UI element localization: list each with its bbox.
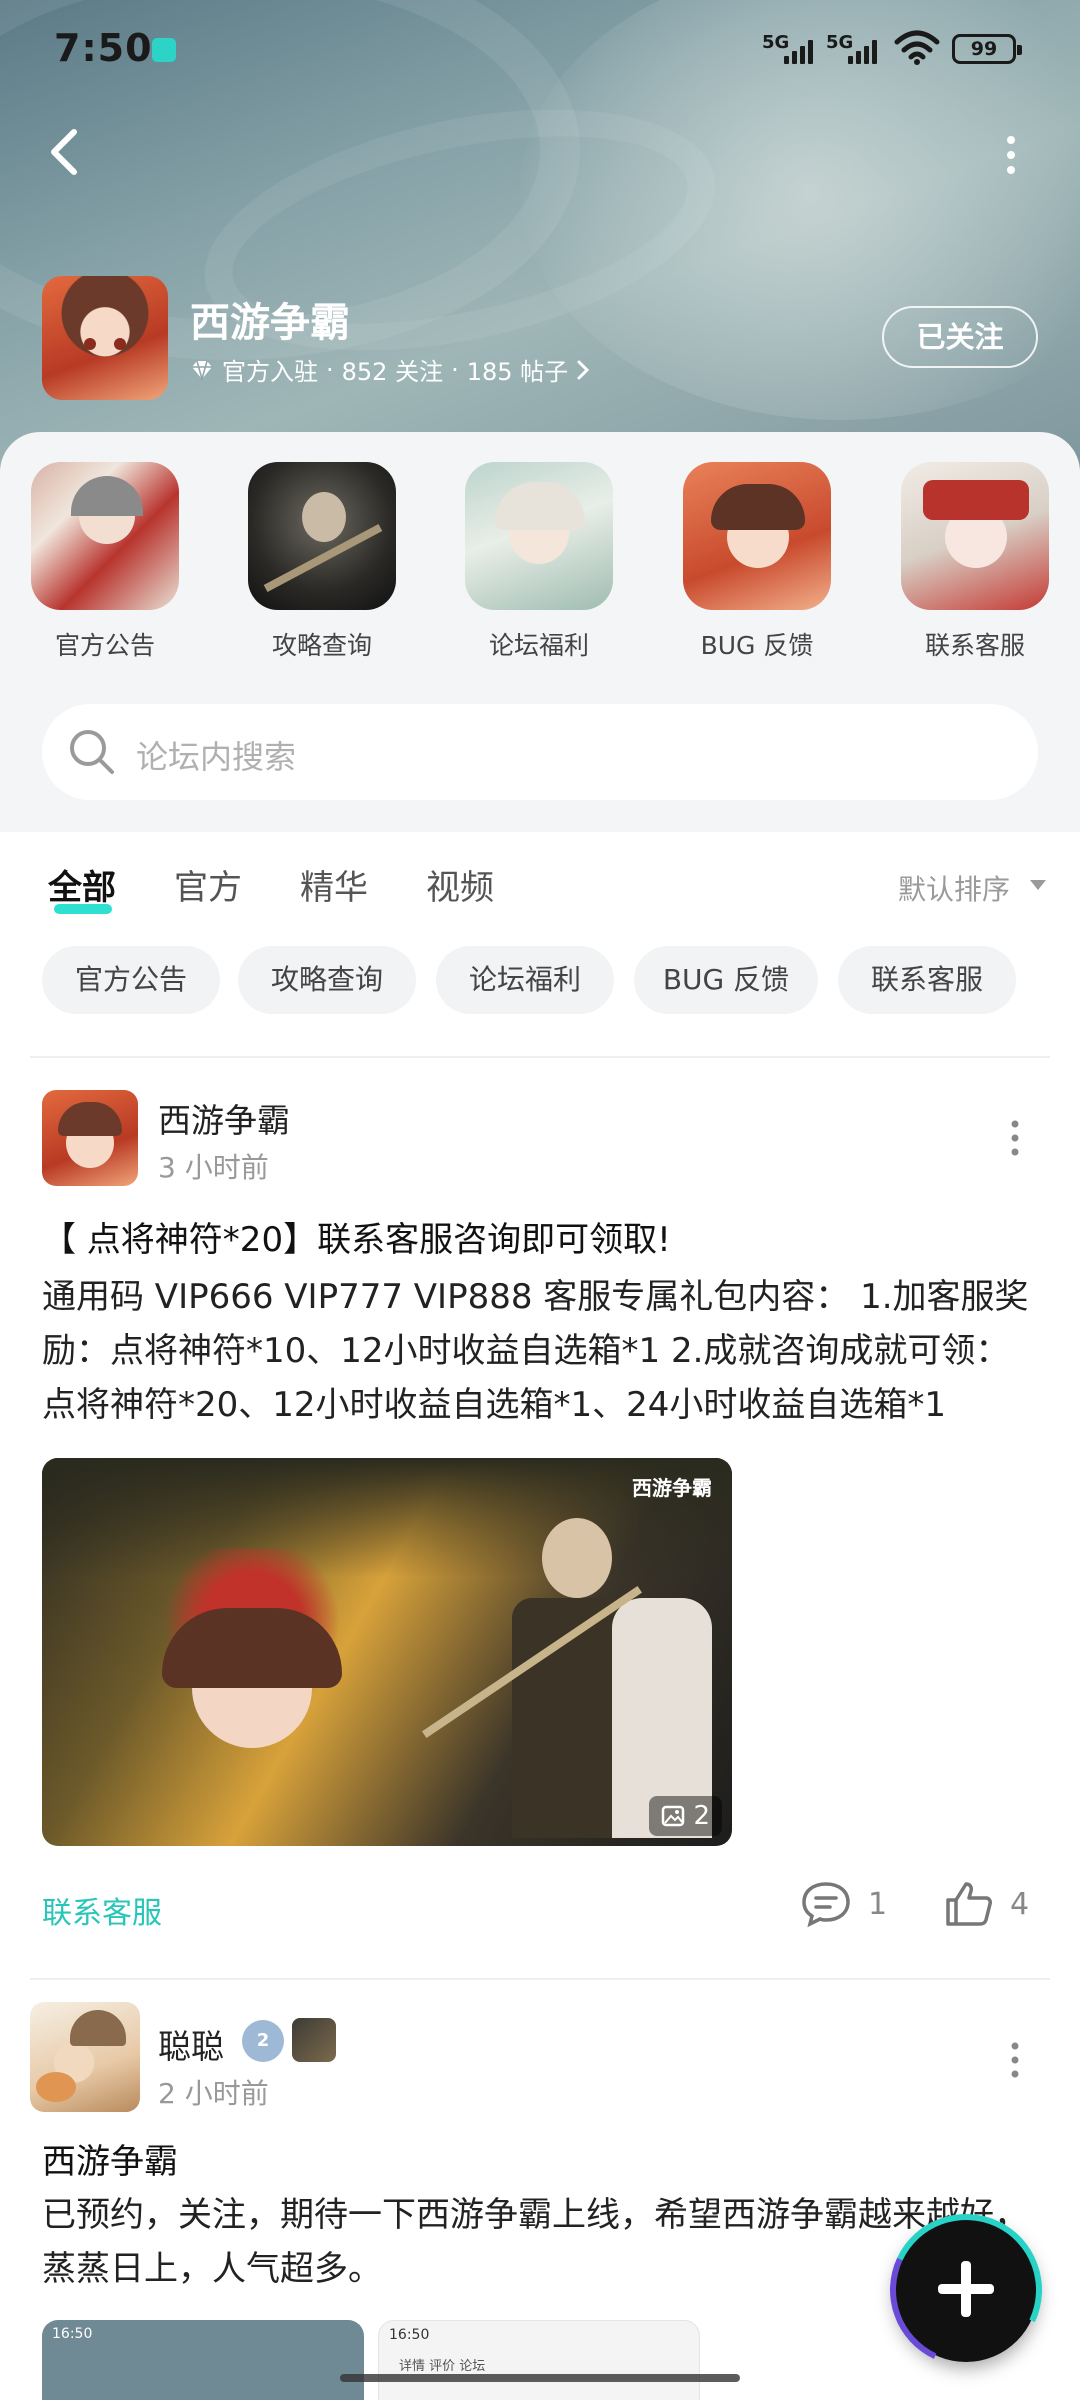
category-strategy[interactable]: 攻略查询 bbox=[247, 462, 397, 662]
chevron-right-icon bbox=[577, 360, 590, 379]
category-thumbnail bbox=[901, 462, 1049, 610]
tab-video[interactable]: 视频 bbox=[426, 860, 494, 909]
like-button[interactable]: 4 bbox=[944, 1880, 1029, 1928]
comment-count: 1 bbox=[868, 1886, 888, 1922]
post-body[interactable]: 通用码 VIP666 VIP777 VIP888 客服专属礼包内容： 1.加客服… bbox=[42, 1270, 1042, 1432]
image-count-badge: 2 bbox=[649, 1796, 722, 1836]
more-vertical-icon[interactable] bbox=[996, 130, 1026, 180]
search-placeholder: 论坛内搜索 bbox=[136, 738, 297, 776]
create-post-button[interactable] bbox=[894, 2218, 1038, 2362]
category-chips: 官方公告 攻略查询 论坛福利 BUG 反馈 联系客服 bbox=[0, 946, 1080, 1016]
post-author-name[interactable]: 聪聪 bbox=[158, 2020, 224, 2068]
post-time: 3 小时前 bbox=[158, 1151, 269, 1184]
tab-official[interactable]: 官方 bbox=[174, 860, 242, 909]
category-thumbnail bbox=[683, 462, 831, 610]
chip-contact-support[interactable]: 联系客服 bbox=[838, 946, 1016, 1014]
tab-all[interactable]: 全部 bbox=[48, 860, 116, 909]
category-bug-feedback[interactable]: BUG 反馈 bbox=[682, 462, 832, 662]
forum-title: 西游争霸 bbox=[190, 300, 350, 346]
like-count: 4 bbox=[1010, 1886, 1030, 1922]
signal-bars-1-icon bbox=[784, 38, 813, 64]
category-label: 联系客服 bbox=[924, 631, 1025, 660]
image-count: 2 bbox=[693, 1801, 710, 1831]
category-label: 论坛福利 bbox=[488, 631, 589, 660]
active-tab-indicator bbox=[54, 904, 112, 914]
meta-separator: · bbox=[326, 355, 334, 384]
diamond-icon bbox=[192, 360, 212, 381]
chip-bug-feedback[interactable]: BUG 反馈 bbox=[634, 946, 818, 1014]
forum-search-bar[interactable]: 论坛内搜索 bbox=[42, 704, 1038, 800]
user-level-badge: 2 bbox=[242, 2020, 284, 2062]
category-thumbnail bbox=[465, 462, 613, 610]
category-forum-benefits[interactable]: 论坛福利 bbox=[464, 462, 614, 662]
post-more-icon[interactable] bbox=[1010, 1118, 1020, 1158]
caret-down-icon bbox=[1030, 880, 1046, 890]
forum-header: 7:50 5G 5G 99 西游争霸 官方入驻 · 852 关注 · 185 帖… bbox=[0, 0, 1080, 470]
official-label: 官方入驻 bbox=[222, 358, 318, 386]
category-label: 官方公告 bbox=[54, 631, 155, 660]
tab-featured[interactable]: 精华 bbox=[300, 860, 368, 909]
post-tag[interactable]: 联系客服 bbox=[42, 1888, 162, 1932]
category-panel: 官方公告 攻略查询 论坛福利 BUG 反馈 联系客服 论坛内搜索 bbox=[0, 432, 1080, 832]
category-contact-support[interactable]: 联系客服 bbox=[900, 462, 1050, 662]
posts-count: 185 帖子 bbox=[466, 358, 569, 386]
chip-strategy[interactable]: 攻略查询 bbox=[238, 946, 416, 1014]
chip-official-announcement[interactable]: 官方公告 bbox=[42, 946, 220, 1014]
category-thumbnail bbox=[248, 462, 396, 610]
post-image[interactable]: 西游争霸 2 bbox=[42, 1458, 732, 1846]
divider bbox=[30, 1978, 1050, 1980]
image-icon bbox=[662, 1805, 685, 1827]
forum-meta[interactable]: 官方入驻 · 852 关注 · 185 帖子 bbox=[190, 352, 590, 387]
thumbnail-status-time: 16:50 bbox=[389, 2327, 430, 2343]
user-decoration-badge bbox=[292, 2018, 336, 2062]
comment-icon bbox=[802, 1882, 850, 1928]
avatar-eye bbox=[84, 338, 96, 350]
post-screenshot-thumbnail[interactable]: 16:50 bbox=[42, 2320, 364, 2400]
plus-icon bbox=[961, 2261, 971, 2317]
post-author-name[interactable]: 西游争霸 bbox=[158, 1094, 290, 1142]
post-author-avatar[interactable] bbox=[30, 2002, 140, 2112]
post-title[interactable]: 西游争霸 bbox=[42, 2134, 178, 2183]
category-official-announcement[interactable]: 官方公告 bbox=[30, 462, 180, 662]
back-arrow-icon[interactable] bbox=[44, 124, 92, 180]
followers-count: 852 关注 bbox=[341, 358, 444, 386]
status-time: 7:50 bbox=[54, 26, 153, 70]
wifi-icon bbox=[894, 30, 940, 65]
notification-app-icon bbox=[152, 38, 176, 62]
post-more-icon[interactable] bbox=[1010, 2040, 1020, 2080]
sort-dropdown[interactable]: 默认排序 bbox=[898, 868, 1010, 908]
signal-bars-2-icon bbox=[848, 38, 877, 64]
battery-icon: 99 bbox=[952, 34, 1022, 64]
avatar-eye bbox=[114, 338, 126, 350]
image-watermark: 西游争霸 bbox=[632, 1476, 712, 1500]
thumbs-up-icon bbox=[946, 1882, 992, 1926]
follow-button[interactable]: 已关注 bbox=[882, 306, 1038, 368]
category-thumbnail bbox=[31, 462, 179, 610]
category-label: BUG 反馈 bbox=[700, 631, 814, 660]
thumbnail-status-time: 16:50 bbox=[52, 2326, 93, 2342]
home-indicator[interactable] bbox=[340, 2374, 740, 2382]
search-icon bbox=[70, 730, 114, 774]
category-label: 攻略查询 bbox=[271, 631, 372, 660]
post-screenshot-thumbnail[interactable]: 16:50 详情 评价 论坛 bbox=[378, 2320, 700, 2400]
divider bbox=[30, 1056, 1050, 1058]
forum-avatar bbox=[42, 276, 168, 400]
status-bar: 7:50 5G 5G 99 bbox=[0, 0, 1080, 100]
post-title[interactable]: 【 点将神符*20】联系客服咨询即可领取! bbox=[42, 1212, 671, 1261]
post-filter-tabs: 全部 官方 精华 视频 默认排序 bbox=[0, 850, 1080, 930]
meta-separator: · bbox=[451, 355, 459, 384]
post-time: 2 小时前 bbox=[158, 2077, 269, 2110]
post-author-avatar[interactable] bbox=[42, 1090, 138, 1186]
chip-forum-benefits[interactable]: 论坛福利 bbox=[436, 946, 614, 1014]
comment-button[interactable]: 1 bbox=[800, 1880, 887, 1928]
